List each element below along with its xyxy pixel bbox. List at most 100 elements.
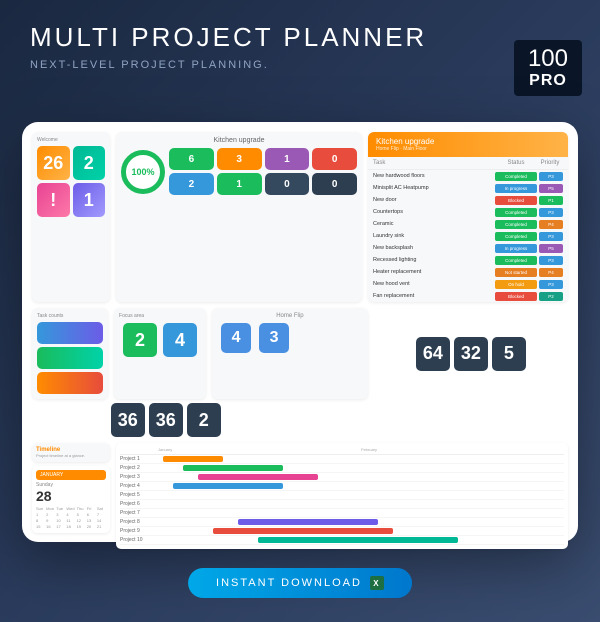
table-row[interactable]: Minisplit AC HeatpumpIn progressP5 xyxy=(368,182,568,194)
table-row[interactable]: Laundry sinkCompletedP3 xyxy=(368,230,568,242)
calendar-cell[interactable]: 10 xyxy=(56,518,65,523)
summary-tile[interactable]: 32 xyxy=(454,337,488,371)
task-table-header: Kitchen upgrade Home Flip · Main Floor xyxy=(368,132,568,157)
task-count-card: Task counts xyxy=(32,308,108,399)
kitchen-stat-tile[interactable]: 0 xyxy=(312,148,357,170)
gantt-header: January February xyxy=(120,447,564,455)
calendar-cell[interactable]: 20 xyxy=(87,524,96,529)
gantt-row[interactable]: Project 7 xyxy=(120,509,564,518)
gantt-row[interactable]: Project 2 xyxy=(120,464,564,473)
calendar-day-header: Thu xyxy=(77,506,86,511)
welcome-tile[interactable]: ! xyxy=(37,183,70,217)
task-table-title: Kitchen upgrade xyxy=(376,137,560,146)
welcome-tile[interactable]: 2 xyxy=(73,146,106,180)
task-table-columns: Task Status Priority xyxy=(368,157,568,170)
calendar-cell[interactable]: 4 xyxy=(66,512,75,517)
calendar-cell[interactable]: 14 xyxy=(97,518,106,523)
col-status: Status xyxy=(495,160,537,166)
calendar-cell[interactable]: 12 xyxy=(77,518,86,523)
gantt-row[interactable]: Project 9 xyxy=(120,527,564,536)
task-table-card: Kitchen upgrade Home Flip · Main Floor T… xyxy=(368,132,568,302)
calendar-cell[interactable]: 21 xyxy=(97,524,106,529)
download-label: INSTANT DOWNLOAD xyxy=(216,577,362,589)
task-table-sub: Home Flip · Main Floor xyxy=(376,146,560,152)
gantt-row[interactable]: Project 8 xyxy=(120,518,564,527)
app-screen: Welcome 262!1 Kitchen upgrade 100% 63102… xyxy=(22,122,578,542)
calendar-day-header: Sun xyxy=(36,506,45,511)
table-row[interactable]: CountertopsCompletedP3 xyxy=(368,206,568,218)
focus-tile[interactable]: 4 xyxy=(163,323,197,357)
welcome-card: Welcome 262!1 xyxy=(32,132,110,302)
welcome-tile[interactable]: 26 xyxy=(37,146,70,180)
calendar-cell[interactable]: 1 xyxy=(36,512,45,517)
task-count-tile[interactable] xyxy=(37,372,103,394)
table-row[interactable]: New doorBlockedP1 xyxy=(368,194,568,206)
gantt-row[interactable]: Project 4 xyxy=(120,482,564,491)
table-row[interactable]: New hood ventOn holdP3 xyxy=(368,278,568,290)
download-button[interactable]: INSTANT DOWNLOAD X xyxy=(188,568,412,598)
calendar-day-header: Mon xyxy=(46,506,55,511)
table-row[interactable]: New backsplashIn progressP5 xyxy=(368,242,568,254)
table-row[interactable]: Recessed lightingCompletedP3 xyxy=(368,254,568,266)
kitchen-stat-tile[interactable]: 3 xyxy=(217,148,262,170)
summary-tile[interactable]: 5 xyxy=(492,337,526,371)
kitchen-stat-tile[interactable]: 1 xyxy=(265,148,310,170)
kitchen-stat-tile[interactable]: 2 xyxy=(169,173,214,195)
gantt-row[interactable]: Project 1 xyxy=(120,455,564,464)
calendar-cell[interactable]: 2 xyxy=(46,512,55,517)
kitchen-title: Kitchen upgrade xyxy=(121,137,357,144)
calendar-cell[interactable]: 16 xyxy=(46,524,55,529)
col-task: Task xyxy=(373,160,495,166)
homeflip-stat: 3 xyxy=(259,323,289,355)
calendar-cell[interactable]: 19 xyxy=(77,524,86,529)
summary-tile[interactable]: 36 xyxy=(149,403,183,437)
kitchen-card: Kitchen upgrade 100% 63102100 xyxy=(116,132,362,302)
progress-ring: 100% xyxy=(121,150,165,194)
calendar-card: JANUARY Sunday 28 SunMonTueWedThuFriSat1… xyxy=(32,466,110,533)
summary-tile[interactable]: 36 xyxy=(111,403,145,437)
gantt-row[interactable]: Project 5 xyxy=(120,491,564,500)
gantt-row[interactable]: Project 6 xyxy=(120,500,564,509)
kitchen-stat-tile[interactable]: 6 xyxy=(169,148,214,170)
focus-tile[interactable]: 2 xyxy=(123,323,157,357)
timeline-sub: Project timeline at a glance. xyxy=(36,453,106,458)
task-count-tile[interactable] xyxy=(37,322,103,344)
calendar-cell[interactable]: 5 xyxy=(77,512,86,517)
summary-tile[interactable]: 2 xyxy=(187,403,221,437)
calendar-day-header: Sat xyxy=(97,506,106,511)
welcome-tile[interactable]: 1 xyxy=(73,183,106,217)
kitchen-stat-tile[interactable]: 0 xyxy=(312,173,357,195)
table-row[interactable]: New hardwood floorsCompletedP3 xyxy=(368,170,568,182)
calendar-cell[interactable]: 3 xyxy=(56,512,65,517)
table-row[interactable]: Fan replacementBlockedP2 xyxy=(368,290,568,302)
summary-tile[interactable]: 64 xyxy=(416,337,450,371)
calendar-cell[interactable]: 6 xyxy=(87,512,96,517)
gantt-month-2: February xyxy=(361,447,564,452)
calendar-cell[interactable]: 13 xyxy=(87,518,96,523)
homeflip-stat: 4 xyxy=(221,323,251,355)
calendar-cell[interactable]: 8 xyxy=(36,518,45,523)
gantt-row[interactable]: Project 10 xyxy=(120,536,564,545)
calendar-cell[interactable]: 7 xyxy=(97,512,106,517)
excel-icon: X xyxy=(370,576,384,590)
task-count-label: Task counts xyxy=(37,313,103,319)
kitchen-stat-tile[interactable]: 0 xyxy=(265,173,310,195)
calendar-cell[interactable]: 18 xyxy=(66,524,75,529)
calendar-cell[interactable]: 17 xyxy=(56,524,65,529)
table-row[interactable]: Heater replacementNot startedP4 xyxy=(368,266,568,278)
badge-tag: PRO xyxy=(528,72,568,90)
task-count-tile[interactable] xyxy=(37,347,103,369)
calendar-cell[interactable]: 11 xyxy=(66,518,75,523)
pro-badge: 100 PRO xyxy=(514,40,582,96)
calendar-cell[interactable]: 9 xyxy=(46,518,55,523)
homeflip-card: Home Flip 43 xyxy=(212,308,368,399)
col-priority: Priority xyxy=(537,160,563,166)
badge-number: 100 xyxy=(528,46,568,72)
calendar-day-header: Tue xyxy=(56,506,65,511)
gantt-row[interactable]: Project 3 xyxy=(120,473,564,482)
calendar-month: JANUARY xyxy=(36,470,106,480)
table-row[interactable]: CeramicCompletedP4 xyxy=(368,218,568,230)
gantt-month-1: January xyxy=(158,447,361,452)
calendar-cell[interactable]: 15 xyxy=(36,524,45,529)
kitchen-stat-tile[interactable]: 1 xyxy=(217,173,262,195)
